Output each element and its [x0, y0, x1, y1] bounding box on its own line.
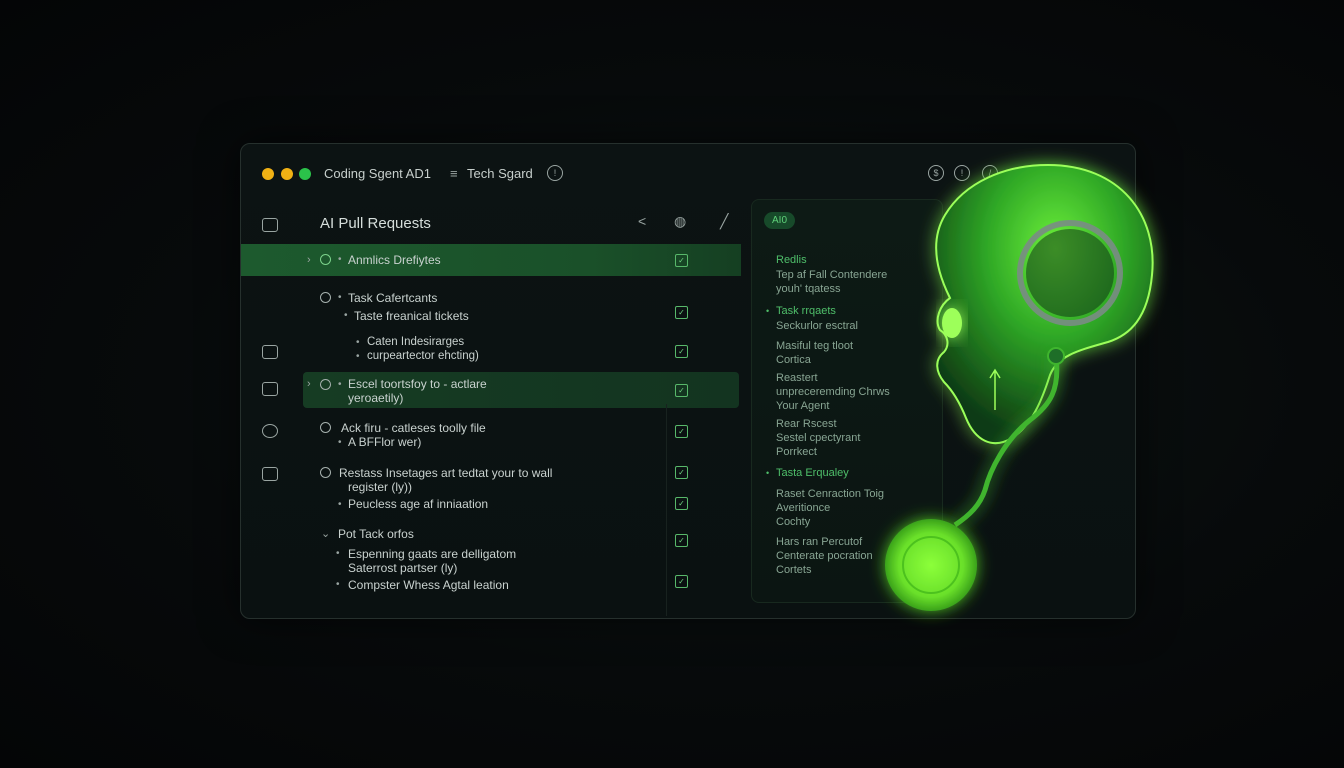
list-item-label: Restass Insetages art tedtat your to wal… [339, 466, 553, 480]
list-item-label: curpeartector ehcting) [367, 350, 479, 362]
window-maximize-dot[interactable] [299, 168, 311, 180]
panel-line: Tep af Fall Contendere [776, 269, 888, 281]
bullet-icon: • [338, 437, 342, 448]
list-item-label: Taste freanical tickets [354, 309, 469, 323]
panel-line: Cochty [776, 516, 811, 528]
bullet-icon: • [338, 499, 342, 510]
collapse-chevron-icon[interactable]: ⌄ [321, 527, 330, 540]
list-item-label: Caten Indesirarges [367, 336, 465, 348]
list-item-label: Saterrost partser (ly) [348, 561, 458, 575]
back-icon[interactable]: < [638, 213, 646, 229]
list-item-label: Compster Whess Agtal leation [348, 578, 509, 592]
bullet-icon: • [338, 292, 342, 303]
bullet-icon: • [766, 468, 770, 478]
checkbox-icon[interactable]: ✓ [675, 425, 688, 438]
app-title: Coding Sgent AD1 [324, 166, 431, 181]
list-item-label: register (ly)) [348, 480, 413, 494]
panel-line: Porrkect [776, 446, 817, 458]
edit-icon[interactable]: ╱ [720, 213, 728, 230]
checkbox-icon[interactable]: ✓ [675, 254, 688, 267]
panel-line: Redlis [776, 254, 807, 266]
panel-line: Cortets [776, 564, 812, 576]
panel-line: Tasta Erqualey [776, 467, 849, 479]
chat-icon[interactable] [262, 218, 278, 232]
checkbox-icon[interactable]: ✓ [675, 466, 688, 479]
expand-chevron-icon[interactable]: › [307, 254, 311, 266]
bullet-icon: • [766, 306, 770, 316]
status-circle-icon[interactable] [320, 422, 331, 433]
agent-badge[interactable]: AI0 [764, 212, 796, 229]
bullet-icon: • [336, 548, 340, 559]
panel-line: Averitionce [776, 502, 831, 514]
window-close-dot[interactable] [262, 168, 274, 180]
checkbox-icon[interactable]: ✓ [675, 384, 688, 397]
panel-line: Task rrqaets [776, 305, 836, 317]
status-circle-icon[interactable] [320, 292, 331, 303]
timer-icon[interactable] [262, 424, 278, 438]
status-circle-icon[interactable] [320, 467, 331, 478]
list-item-label: A BFFlor wer) [348, 435, 422, 449]
list-item-selected[interactable] [241, 244, 741, 276]
bullet-icon: • [338, 379, 342, 390]
panel-line: Masiful teg tloot [776, 340, 854, 352]
settings-icon[interactable]: $ [928, 165, 944, 181]
list-item-label: Espenning gaats are delligatom [348, 547, 517, 561]
app-window: Coding Sgent AD1 ≡ Tech Sgard ! $ ! / AI… [240, 143, 1136, 619]
calendar-icon[interactable] [262, 382, 278, 396]
panel-line: unpreceremding Chrws [776, 386, 890, 398]
menu-label[interactable]: Tech Sgard [467, 166, 533, 181]
panel-line: Hars ran Percutof [776, 536, 863, 548]
panel-line: Your Agent [776, 400, 830, 412]
checkbox-icon[interactable]: ✓ [675, 345, 688, 358]
expand-chevron-icon[interactable]: › [307, 378, 311, 390]
list-item-label: Ack firu - catleses toolly file [341, 421, 486, 435]
panel-line: Cortica [776, 354, 811, 366]
panel-line: Centerate pocration [776, 550, 873, 562]
notification-icon[interactable]: ! [954, 165, 970, 181]
panel-title: AI Pull Requests [320, 215, 431, 232]
bullet-icon: • [344, 310, 348, 321]
list-item-label: Peucless age af inniaation [348, 497, 489, 511]
window-minimize-dot[interactable] [281, 168, 293, 180]
panel-line: Sestel cpectyrant [776, 432, 861, 444]
panel-line: youh' tqatess [776, 283, 841, 295]
user-icon[interactable]: / [982, 165, 998, 181]
list-item-label: Pot Tack orfos [338, 527, 414, 541]
checkbox-icon[interactable]: ✓ [675, 497, 688, 510]
bullet-icon: • [338, 254, 342, 265]
status-circle-icon[interactable] [320, 379, 331, 390]
board-icon[interactable] [262, 345, 278, 359]
archive-icon[interactable] [262, 467, 278, 481]
bullet-icon: • [356, 351, 360, 362]
list-item-label: Anmlics Drefiytes [348, 253, 441, 267]
menu-icon[interactable]: ≡ [450, 166, 458, 181]
checkbox-icon[interactable]: ✓ [675, 306, 688, 319]
checkbox-icon[interactable]: ✓ [675, 534, 688, 547]
agent-panel: AI0 Redlis Tep af Fall Contendere youh' … [751, 199, 943, 603]
bullet-icon: • [336, 579, 340, 590]
list-item-label: Task Cafertcants [348, 291, 438, 305]
panel-line: Rear Rscest [776, 418, 837, 430]
checkbox-icon[interactable]: ✓ [675, 575, 688, 588]
globe-icon[interactable]: ◍ [674, 213, 686, 230]
panel-line: Raset Cenraction Toig [776, 488, 885, 500]
status-circle-icon[interactable] [320, 254, 331, 265]
bullet-icon: • [356, 337, 360, 348]
info-icon[interactable]: ! [547, 165, 563, 181]
list-item-label: yeroaetily) [348, 391, 404, 405]
panel-line: Seckurlor esctral [776, 320, 858, 332]
column-divider [666, 404, 667, 616]
title-bar: Coding Sgent AD1 ≡ Tech Sgard ! $ ! / [241, 144, 1135, 202]
panel-line: Reastert [776, 372, 818, 384]
list-item-label: Escel toortsfoy to - actlare [348, 377, 487, 391]
